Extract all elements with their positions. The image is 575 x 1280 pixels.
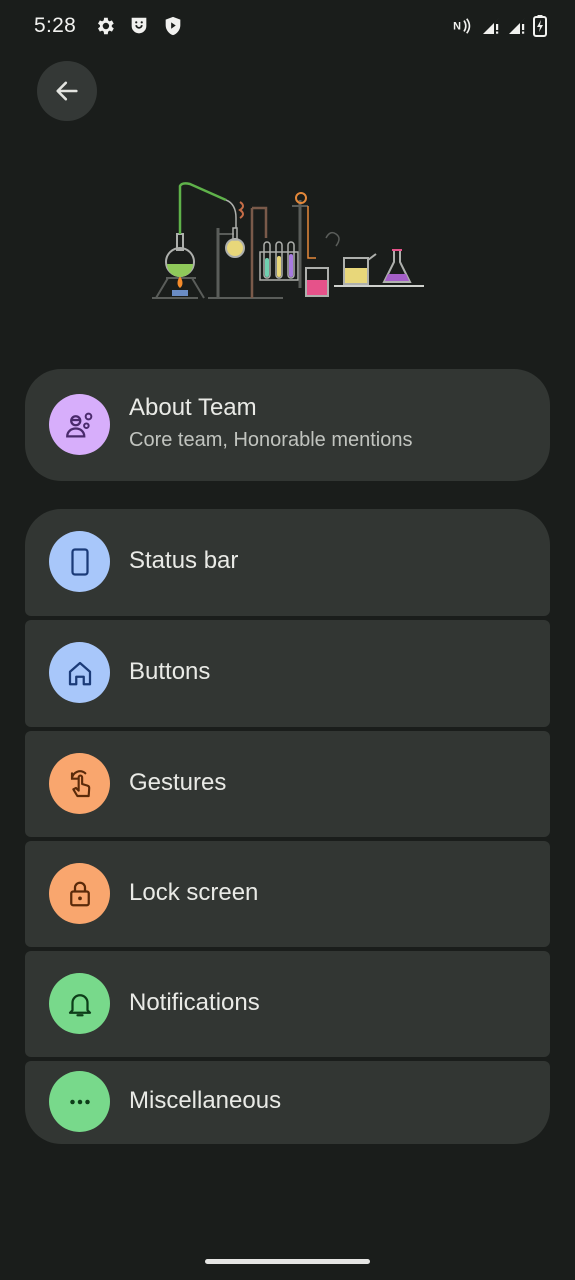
settings-gear-icon [94, 15, 116, 42]
about-team-card[interactable]: About Team Core team, Honorable mentions [25, 369, 550, 481]
signal-alert-icon [507, 16, 527, 41]
shield-face-icon [128, 15, 150, 42]
notifications-texts: Notifications [129, 989, 260, 1017]
miscellaneous-avatar [49, 1071, 110, 1132]
chemistry-lab-illustration [148, 178, 428, 306]
menu-item-label: Gestures [129, 769, 227, 796]
gesture-nav-handle[interactable] [205, 1259, 370, 1264]
status-left-icons [94, 15, 184, 42]
menu-item-notifications[interactable]: Notifications [25, 951, 550, 1057]
menu-item-gestures[interactable]: Gestures [25, 731, 550, 837]
menu-item-label: Status bar [129, 547, 239, 574]
buttons-avatar [49, 642, 110, 703]
battery-charging-icon [533, 15, 547, 42]
back-button[interactable] [37, 61, 97, 121]
gestures-texts: Gestures [129, 769, 226, 797]
lock-icon [69, 881, 90, 906]
more-dots-icon [69, 1099, 90, 1104]
gestures-avatar [49, 753, 110, 814]
notifications-avatar [49, 973, 110, 1034]
phone-outline-icon [70, 547, 89, 576]
swipe-gesture-icon [70, 769, 90, 797]
status-bar-avatar [49, 531, 110, 592]
status-bar-texts: Status bar [129, 547, 238, 575]
nfc-icon: N [453, 16, 475, 41]
bell-icon [68, 993, 91, 1016]
home-outline-icon [68, 661, 91, 685]
svg-text:N: N [453, 21, 461, 33]
menu-item-label: Lock screen [129, 879, 259, 906]
about-team-title: About Team [129, 394, 257, 421]
signal-alert-icon [481, 16, 501, 41]
menu-item-buttons[interactable]: Buttons [25, 620, 550, 727]
menu-item-status-bar[interactable]: Status bar [25, 509, 550, 616]
status-bar: 5:28 N [0, 0, 575, 56]
status-right-icons: N [453, 15, 547, 42]
lock-screen-avatar [49, 863, 110, 924]
menu-item-lock-screen[interactable]: Lock screen [25, 841, 550, 947]
menu-item-miscellaneous[interactable]: Miscellaneous [25, 1061, 550, 1144]
miscellaneous-texts: Miscellaneous [129, 1087, 281, 1115]
menu-item-label: Miscellaneous [129, 1087, 282, 1114]
lock-screen-texts: Lock screen [129, 879, 258, 907]
buttons-texts: Buttons [129, 658, 210, 686]
shield-play-icon [162, 15, 184, 42]
arrow-back-icon [56, 81, 78, 101]
menu-item-label: Buttons [129, 658, 211, 685]
about-team-avatar [49, 394, 110, 455]
about-team-texts: About Team Core team, Honorable mentions [129, 394, 412, 452]
menu-item-label: Notifications [129, 989, 260, 1016]
team-gears-icon [65, 412, 92, 437]
status-time: 5:28 [34, 14, 77, 37]
about-team-subtitle: Core team, Honorable mentions [129, 429, 413, 451]
